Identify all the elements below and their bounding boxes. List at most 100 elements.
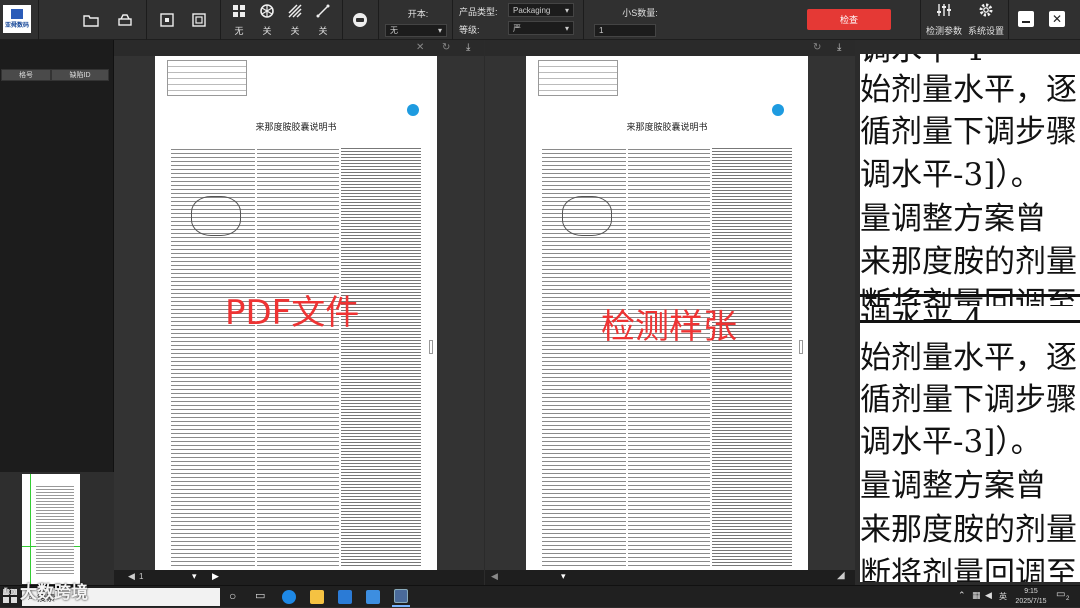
open-size-select[interactable]: 无 ▾ <box>385 24 447 37</box>
clock[interactable]: 9:15 2025/7/15 <box>1012 587 1050 607</box>
notification-count: 2 <box>1066 596 1070 602</box>
chevron-down-icon: ▾ <box>437 26 442 35</box>
page-number: 1 <box>139 572 144 581</box>
detect-params-label[interactable]: 检测参数 <box>924 24 964 37</box>
aperture-icon[interactable] <box>259 3 275 19</box>
grid-view-icon[interactable] <box>231 3 247 19</box>
cortana-icon[interactable]: ○ <box>229 589 236 603</box>
fit-page-icon[interactable] <box>158 11 176 29</box>
windows-taskbar: ⌕ 搜索 ○ ▭ ⌃ ▦ ◀ 英 9:15 2025/7/15 ▭ 2 <box>0 585 1080 607</box>
language-indicator[interactable]: 英 <box>999 591 1007 602</box>
zoom-line: 断将剂量回调至 <box>860 556 1077 582</box>
chevron-down-icon: ▾ <box>564 5 569 15</box>
next-page-icon[interactable]: ▶ <box>212 571 219 582</box>
resize-grip-icon[interactable]: ◢ <box>837 570 845 581</box>
splitter-handle[interactable] <box>799 340 803 354</box>
hatch-pattern-label: 关 <box>290 26 300 36</box>
grade-label: 等级: <box>459 25 480 35</box>
product-type-select[interactable]: Packaging ▾ <box>508 3 574 17</box>
actual-size-icon[interactable] <box>190 11 208 29</box>
watermark-text: 大数跨境 <box>19 583 88 602</box>
prev-page-icon[interactable]: ◀ <box>128 571 135 582</box>
line-tool-icon[interactable] <box>315 3 331 19</box>
sample-pane: ↻ ⤓ 来那度胺胶囊说明书 检测样张 ◀ ▾ ◢ <box>485 40 855 585</box>
task-view-icon[interactable]: ▭ <box>255 589 265 602</box>
scanner-icon[interactable] <box>115 11 135 29</box>
brand-badge-icon <box>772 104 784 116</box>
open-size-label: 开本: <box>407 9 429 19</box>
notification-icon[interactable]: ▭ <box>1056 589 1065 600</box>
system-settings-label[interactable]: 系统设置 <box>966 24 1006 37</box>
zoom-line: 循剂量下调步骤 <box>860 114 1077 150</box>
record-icon[interactable] <box>352 12 368 28</box>
zoom-line: 始剂量水平，逐 <box>860 72 1077 108</box>
sliders-icon[interactable] <box>936 2 952 18</box>
app-logo: 亚舜数码 <box>3 5 31 33</box>
file-explorer-icon[interactable] <box>310 590 324 604</box>
zoom-pane: 调水平-4 始剂量水平，逐 循剂量下调步骤 调水平-3]）。 量调整方案曾 来那… <box>855 40 1080 585</box>
page-thumbnail[interactable] <box>22 474 80 584</box>
close-icon[interactable]: ✕ <box>416 42 424 53</box>
zoom-line: 来那度胺的剂量 <box>860 512 1077 548</box>
page-select-chevron-icon[interactable]: ▾ <box>561 571 566 582</box>
zoom-line: 来那度胺的剂量 <box>860 244 1077 280</box>
sample-page[interactable]: 来那度胺胶囊说明书 检测样张 <box>526 56 808 570</box>
open-size-value: 无 <box>390 26 398 35</box>
mail-icon[interactable] <box>366 590 380 604</box>
edge-browser-icon[interactable] <box>282 590 296 604</box>
network-icon[interactable]: ▦ <box>972 590 981 601</box>
min-error-label: 小S数量: <box>622 8 658 18</box>
pdf-pager: ◀ 1 ▾ ▶ <box>114 570 484 585</box>
defect-list-panel: 格号 缺陷ID <box>0 40 114 585</box>
product-type-label: 产品类型: <box>459 7 498 17</box>
clock-date: 2025/7/15 <box>1015 598 1047 605</box>
zoom-line: 始剂量水平，逐 <box>860 340 1077 376</box>
splitter-handle[interactable] <box>429 340 433 354</box>
refresh-icon[interactable]: ↻ <box>442 42 450 53</box>
column-header-id[interactable]: 缺陷ID <box>51 69 109 81</box>
line-tool-label: 关 <box>318 26 328 36</box>
doc-title: 来那度胺胶囊说明书 <box>626 122 708 132</box>
close-button[interactable]: ✕ <box>1049 11 1065 27</box>
brand-badge-icon <box>407 104 419 116</box>
grade-select[interactable]: 严 ▾ <box>508 21 574 35</box>
logo-mark-icon <box>11 9 23 19</box>
app-taskbar-icon[interactable] <box>394 589 408 603</box>
pdf-file-label: PDF文件 <box>225 293 360 333</box>
chevron-down-icon: ▾ <box>564 23 569 33</box>
zoom-view[interactable]: 调水平-4 始剂量水平，逐 循剂量下调步骤 调水平-3]）。 量调整方案曾 来那… <box>860 54 1080 582</box>
top-toolbar: 亚舜数码 无 关 关 关 开本: 无 ▾ 产品类型: Packaging ▾ 等… <box>0 0 1080 40</box>
zoom-line: 调水平-4 <box>860 54 983 71</box>
open-folder-icon[interactable] <box>81 11 101 29</box>
zoom-line: 调水平-4 <box>860 302 984 322</box>
prev-page-icon[interactable]: ◀ <box>491 571 498 582</box>
sample-pager: ◀ ▾ ◢ <box>485 570 855 585</box>
download-icon[interactable]: ⤓ <box>466 42 470 53</box>
watermark: ʳ○ 大数跨境 <box>4 578 88 603</box>
zoom-line: 循剂量下调步骤 <box>860 382 1077 418</box>
pdf-page[interactable]: 来那度胺胶囊说明书 PDF文件 <box>155 56 437 570</box>
clock-time: 9:15 <box>1024 588 1038 595</box>
refresh-icon[interactable]: ↻ <box>813 42 821 53</box>
grade-value: 严 <box>513 23 521 33</box>
min-error-value: 1 <box>599 26 604 35</box>
aperture-label: 关 <box>262 26 272 36</box>
hatch-pattern-icon[interactable] <box>287 3 303 19</box>
pdf-pane: ✕ ↻ ⤓ 来那度胺胶囊说明书 PDF文件 ◀ 1 ▾ ▶ <box>114 40 484 585</box>
watermark-logo-icon: ʳ○ <box>4 582 16 599</box>
minimize-button[interactable] <box>1018 11 1034 27</box>
volume-icon[interactable]: ◀ <box>985 590 992 601</box>
store-icon[interactable] <box>338 590 352 604</box>
zoom-line: 调水平-3]）。 <box>860 157 1042 193</box>
tray-chevron-icon[interactable]: ⌃ <box>958 590 966 601</box>
doc-title: 来那度胺胶囊说明书 <box>255 122 337 132</box>
grid-view-label: 无 <box>234 26 244 36</box>
check-button[interactable]: 检查 <box>807 9 891 30</box>
gear-icon[interactable] <box>978 2 994 18</box>
zoom-line: 量调整方案曾 <box>860 201 1046 237</box>
download-icon[interactable]: ⤓ <box>837 42 841 53</box>
zoom-line: 量调整方案曾 <box>860 468 1046 504</box>
min-error-input[interactable]: 1 <box>594 24 656 37</box>
column-header-cell[interactable]: 格号 <box>1 69 51 81</box>
page-select-chevron-icon[interactable]: ▾ <box>192 571 197 582</box>
